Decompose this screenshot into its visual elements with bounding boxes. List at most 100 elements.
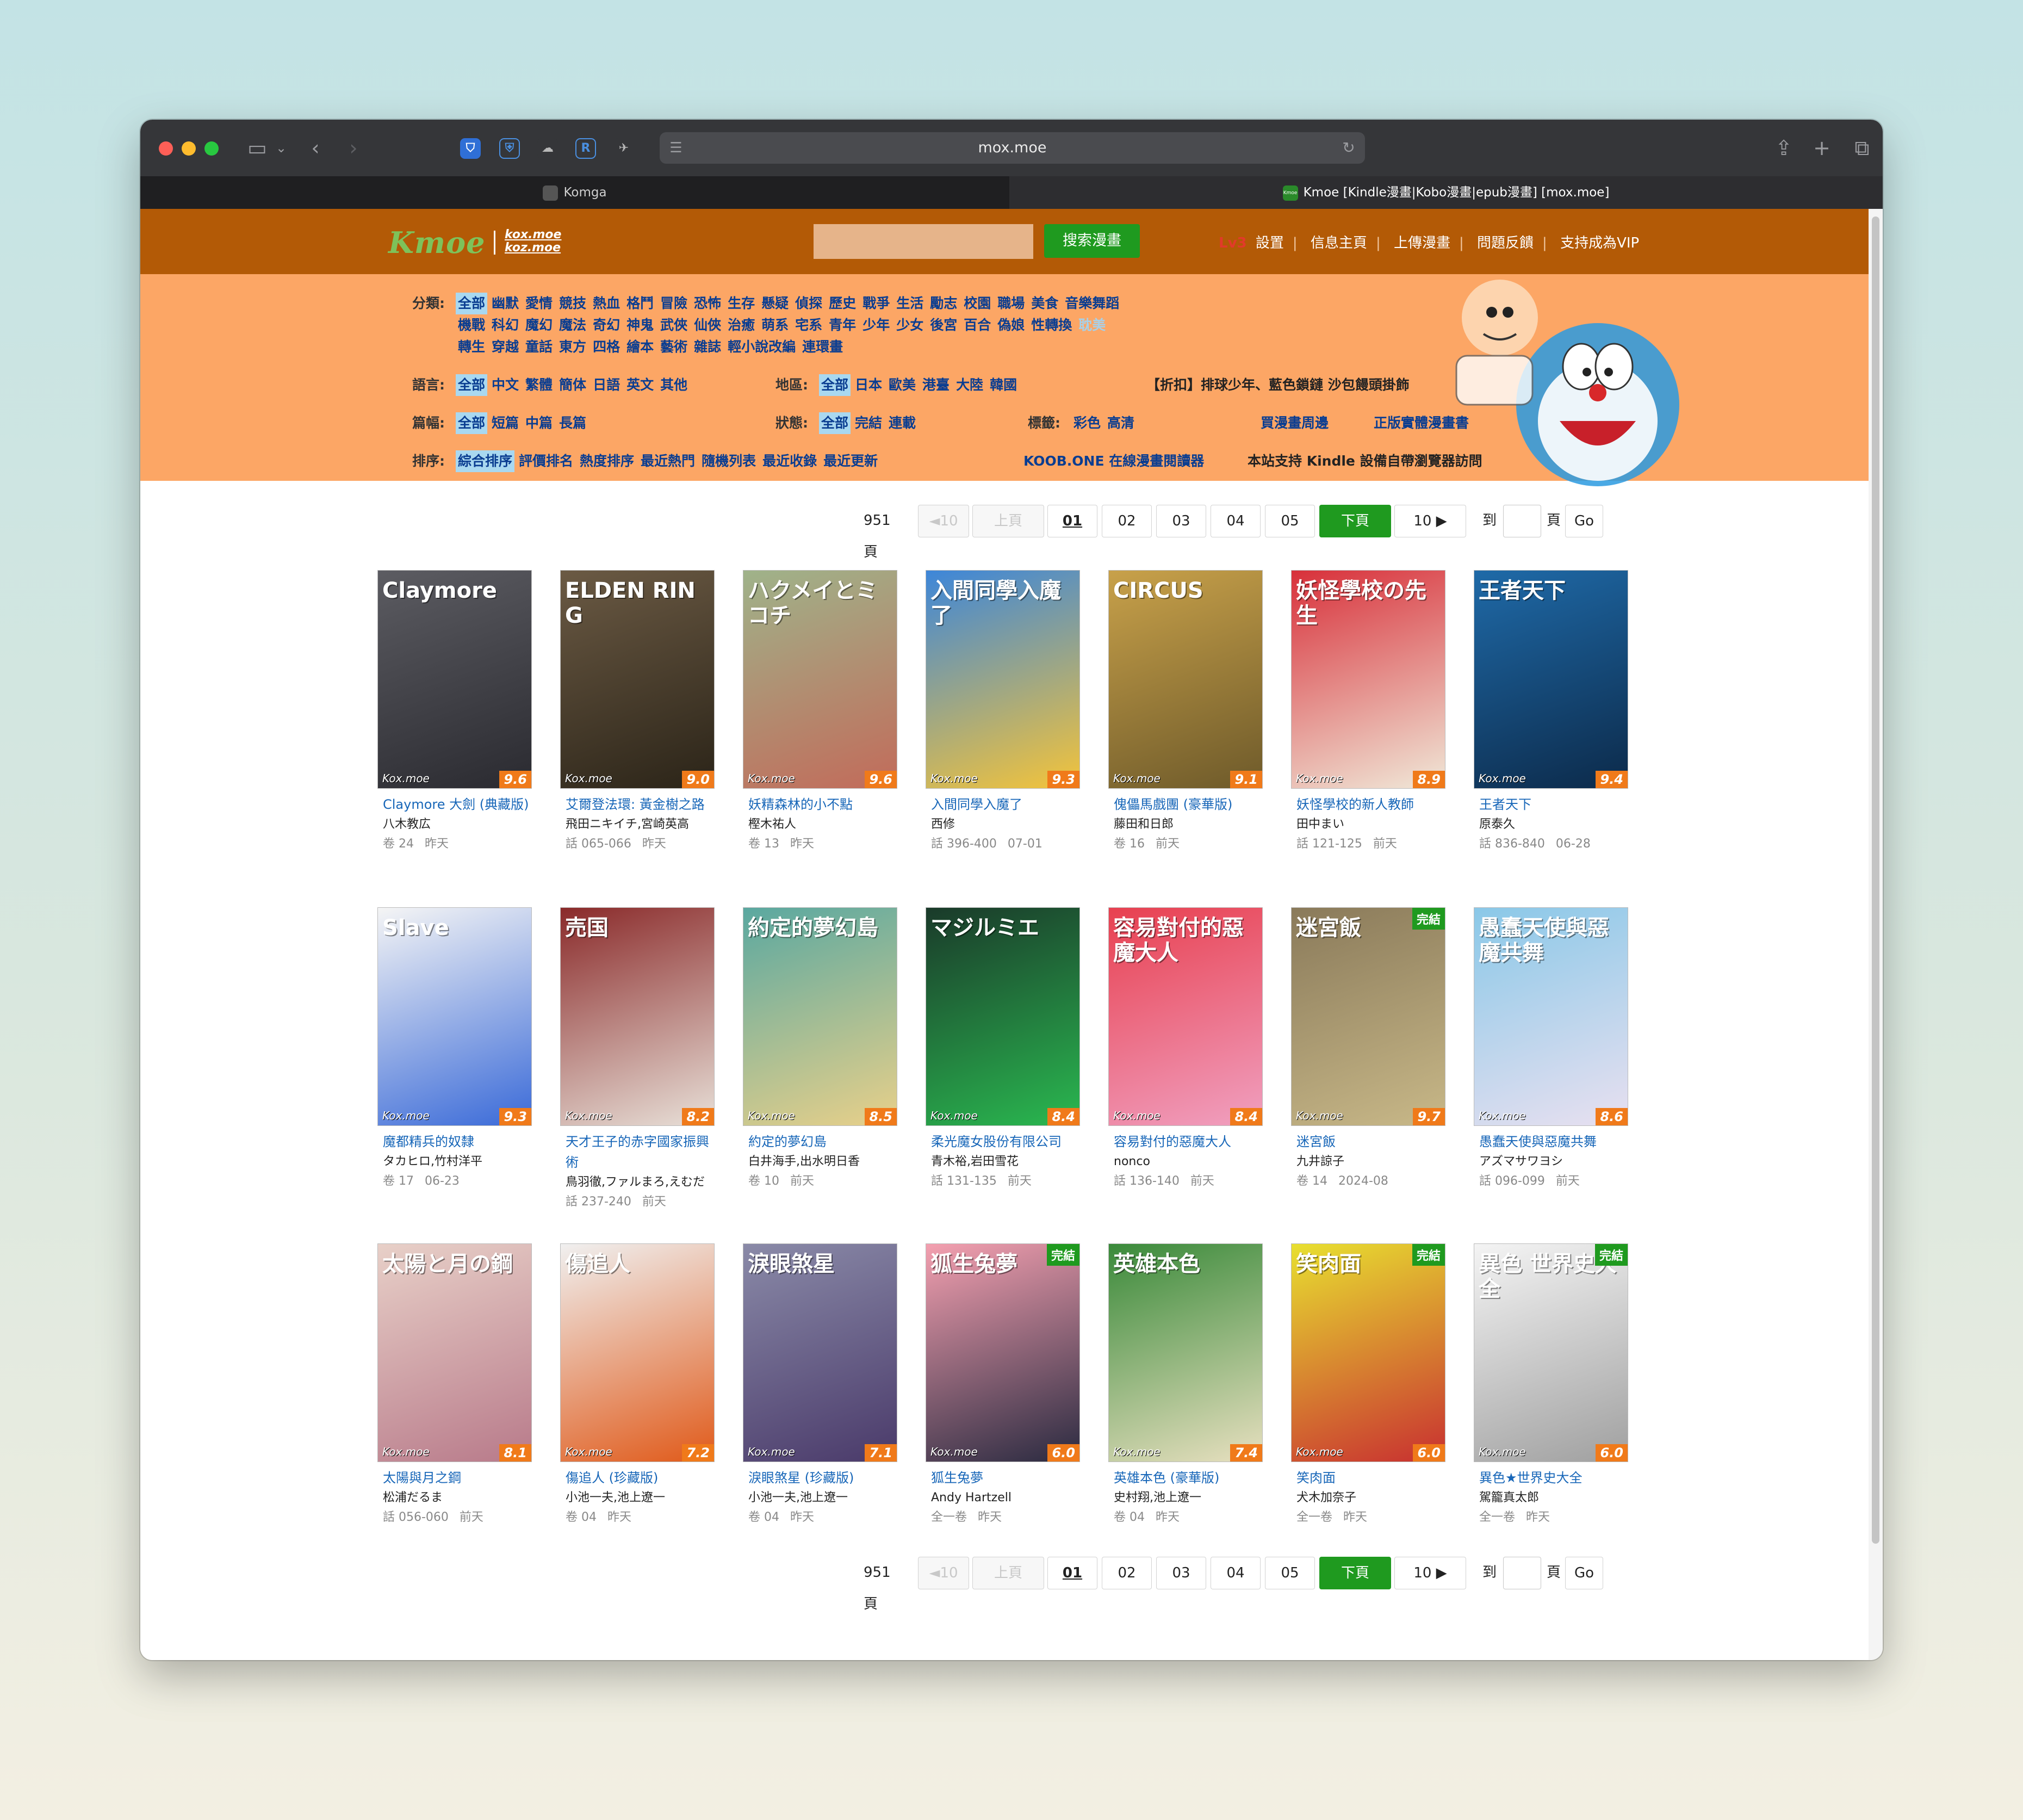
filter-option[interactable]: 全部 bbox=[819, 412, 851, 434]
scrollbar[interactable] bbox=[1869, 209, 1883, 1660]
chevron-down-icon[interactable]: ⌄ bbox=[273, 135, 289, 161]
manga-title-link[interactable]: 約定的夢幻島 bbox=[743, 1131, 901, 1152]
filter-option[interactable]: 繁體 bbox=[523, 374, 555, 396]
cloud-icon[interactable]: ☁ bbox=[537, 138, 558, 159]
filter-option[interactable]: 港臺 bbox=[920, 374, 952, 396]
filter-option[interactable]: 連載 bbox=[886, 412, 918, 434]
manga-title-link[interactable]: 柔光魔女股份有限公司 bbox=[926, 1131, 1083, 1152]
page-number-button[interactable]: 02 bbox=[1102, 1557, 1152, 1589]
manga-title-link[interactable]: 容易對付的惡魔大人 bbox=[1108, 1131, 1266, 1152]
filter-option[interactable]: 綜合排序 bbox=[456, 450, 515, 472]
manga-cover[interactable]: 約定的夢幻島 Kox.moe 8.5 bbox=[743, 907, 897, 1126]
filter-option[interactable]: 生活 bbox=[894, 293, 926, 314]
filter-option[interactable]: 性轉換 bbox=[1029, 314, 1074, 336]
bitwarden-icon[interactable]: ⛉ bbox=[460, 138, 481, 159]
filter-option[interactable]: 治癒 bbox=[725, 314, 757, 336]
manga-cover[interactable]: 愚蠢天使與惡魔共舞 Kox.moe 8.6 bbox=[1474, 907, 1628, 1126]
manga-card[interactable]: Slave Kox.moe 9.3 魔都精兵的奴隸 タカヒロ,竹村洋平卷 17 06-23 bbox=[377, 907, 535, 1191]
filter-option[interactable]: 轉生 bbox=[456, 336, 487, 358]
filter-option[interactable]: 魔法 bbox=[557, 314, 588, 336]
filter-option[interactable]: 高清 bbox=[1105, 412, 1137, 434]
page-number-button[interactable]: 04 bbox=[1211, 505, 1261, 537]
search-input[interactable] bbox=[814, 224, 1033, 259]
manga-title-link[interactable]: 愚蠢天使與惡魔共舞 bbox=[1474, 1131, 1631, 1152]
search-button[interactable]: 搜索漫畫 bbox=[1044, 224, 1140, 258]
address-bar[interactable]: ☰ mox.moe ↻ bbox=[660, 132, 1365, 164]
manga-card[interactable]: 迷宮飯 完結 Kox.moe 9.7 迷宮飯 九井諒子卷 14 2024-08 bbox=[1291, 907, 1449, 1191]
filter-option[interactable]: 格鬥 bbox=[624, 293, 656, 314]
minimize-window-button[interactable] bbox=[182, 141, 196, 156]
manga-title-link[interactable]: 狐生兔夢 bbox=[926, 1468, 1083, 1488]
manga-cover[interactable]: ハクメイとミコチ Kox.moe 9.6 bbox=[743, 570, 897, 789]
manga-title-link[interactable]: 笑肉面 bbox=[1291, 1468, 1449, 1488]
filter-option[interactable]: 最近更新 bbox=[821, 450, 880, 472]
back-arrow-icon[interactable]: ‹ bbox=[305, 135, 326, 161]
manga-card[interactable]: 狐生兔夢 完結 Kox.moe 6.0 狐生兔夢 Andy Hartzell 全一卷 昨天 bbox=[926, 1243, 1083, 1527]
filter-option[interactable]: 耽美 bbox=[1076, 314, 1108, 336]
filter-option[interactable]: 機戰 bbox=[456, 314, 487, 336]
manga-cover[interactable]: Slave Kox.moe 9.3 bbox=[377, 907, 532, 1126]
filter-option[interactable]: 職場 bbox=[995, 293, 1027, 314]
filter-option[interactable]: 恐怖 bbox=[692, 293, 723, 314]
manga-cover[interactable]: 淚眼煞星 Kox.moe 7.1 bbox=[743, 1243, 897, 1462]
manga-cover[interactable]: 異色 世界史大全 完結 Kox.moe 6.0 bbox=[1474, 1243, 1628, 1462]
filter-option[interactable]: 青年 bbox=[827, 314, 858, 336]
manga-card[interactable]: Claymore Kox.moe 9.6 Claymore 大劍 (典藏版) 八木教広卷… bbox=[377, 570, 535, 854]
filter-option[interactable]: 奇幻 bbox=[591, 314, 622, 336]
filter-option[interactable]: 冒險 bbox=[658, 293, 690, 314]
new-tab-icon[interactable]: + bbox=[1811, 135, 1833, 161]
filter-option[interactable]: 穿越 bbox=[489, 336, 521, 358]
nav-profile[interactable]: 信息主頁 bbox=[1311, 235, 1367, 251]
manga-card[interactable]: 入間同學入魔了 Kox.moe 9.3 入間同學入魔了 西修話 396-400 07-01 bbox=[926, 570, 1083, 854]
nav-vip[interactable]: 支持成為VIP bbox=[1560, 235, 1639, 251]
filter-option[interactable]: 大陸 bbox=[954, 374, 985, 396]
reload-icon[interactable]: ↻ bbox=[1338, 135, 1360, 161]
filter-option[interactable]: 生存 bbox=[725, 293, 757, 314]
prev-page-button[interactable]: 上頁 bbox=[972, 1557, 1044, 1589]
r-extension-icon[interactable]: R bbox=[575, 138, 596, 159]
filter-option[interactable]: 藝術 bbox=[658, 336, 690, 358]
manga-title-link[interactable]: 妖精森林的小不點 bbox=[743, 794, 901, 815]
manga-title-link[interactable]: 淚眼煞星 (珍藏版) bbox=[743, 1468, 901, 1488]
manga-title-link[interactable]: 天才王子的赤字國家振興術 bbox=[560, 1131, 718, 1173]
manga-title-link[interactable]: Claymore 大劍 (典藏版) bbox=[377, 794, 535, 815]
manga-cover[interactable]: 笑肉面 完結 Kox.moe 6.0 bbox=[1291, 1243, 1445, 1462]
manga-card[interactable]: CIRCUS Kox.moe 9.1 傀儡馬戲團 (豪華版) 藤田和日郎卷 16 前天 bbox=[1108, 570, 1266, 854]
manga-title-link[interactable]: 太陽與月之鋼 bbox=[377, 1468, 535, 1488]
goto-page-input[interactable] bbox=[1503, 1557, 1541, 1589]
page-number-button[interactable]: 02 bbox=[1102, 505, 1152, 537]
filter-option[interactable]: 懸疑 bbox=[759, 293, 791, 314]
filter-option[interactable]: 競技 bbox=[557, 293, 588, 314]
filter-option[interactable]: 四格 bbox=[591, 336, 622, 358]
manga-title-link[interactable]: 迷宮飯 bbox=[1291, 1131, 1449, 1152]
promo-link[interactable]: 【折扣】排球少年、藍色鎖鏈 沙包饅頭掛飾 bbox=[1146, 374, 1410, 396]
manga-card[interactable]: 傷追人 Kox.moe 7.2 傷追人 (珍藏版) 小池一夫,池上遼一卷 04 昨天 bbox=[560, 1243, 718, 1527]
merch-link[interactable]: 買漫畫周邊 bbox=[1261, 412, 1329, 434]
manga-card[interactable]: 太陽と月の鋼 Kox.moe 8.1 太陽與月之鋼 松浦だるま話 056-060 前天 bbox=[377, 1243, 535, 1527]
manga-title-link[interactable]: 王者天下 bbox=[1474, 794, 1631, 815]
filter-option[interactable]: 評價排名 bbox=[517, 450, 575, 472]
manga-card[interactable]: 王者天下 Kox.moe 9.4 王者天下 原泰久話 836-840 06-28 bbox=[1474, 570, 1631, 854]
prev10-button[interactable]: ◄10 bbox=[918, 505, 969, 537]
manga-title-link[interactable]: 傷追人 (珍藏版) bbox=[560, 1468, 718, 1488]
manga-card[interactable]: 約定的夢幻島 Kox.moe 8.5 約定的夢幻島 白井海手,出水明日香卷 10 前天 bbox=[743, 907, 901, 1191]
filter-option[interactable]: 輕小說改編 bbox=[725, 336, 798, 358]
filter-option[interactable]: 中文 bbox=[489, 374, 521, 396]
filter-option[interactable]: 隨機列表 bbox=[699, 450, 758, 472]
manga-cover[interactable]: 容易對付的惡魔大人 Kox.moe 8.4 bbox=[1108, 907, 1263, 1126]
filter-option[interactable]: 後宮 bbox=[928, 314, 959, 336]
filter-option[interactable]: 日本 bbox=[853, 374, 884, 396]
filter-option[interactable]: 簡体 bbox=[557, 374, 588, 396]
filter-option[interactable]: 歐美 bbox=[886, 374, 918, 396]
nav-settings[interactable]: 設置 bbox=[1256, 235, 1284, 251]
filter-option[interactable]: 偵探 bbox=[793, 293, 824, 314]
manga-card[interactable]: 淚眼煞星 Kox.moe 7.1 淚眼煞星 (珍藏版) 小池一夫,池上遼一卷 04 昨天 bbox=[743, 1243, 901, 1527]
filter-option[interactable]: 其他 bbox=[658, 374, 690, 396]
filter-option[interactable]: 科幻 bbox=[489, 314, 521, 336]
filter-option[interactable]: 愛情 bbox=[523, 293, 555, 314]
filter-option[interactable]: 連環畫 bbox=[800, 336, 845, 358]
manga-card[interactable]: 売国 Kox.moe 8.2 天才王子的赤字國家振興術 鳥羽徹,ファルまろ,えむだ話 2… bbox=[560, 907, 718, 1212]
next-page-button[interactable]: 下頁 bbox=[1319, 505, 1391, 537]
page-number-button[interactable]: 04 bbox=[1211, 1557, 1261, 1589]
tab-overview-icon[interactable]: ⧉ bbox=[1851, 135, 1873, 161]
